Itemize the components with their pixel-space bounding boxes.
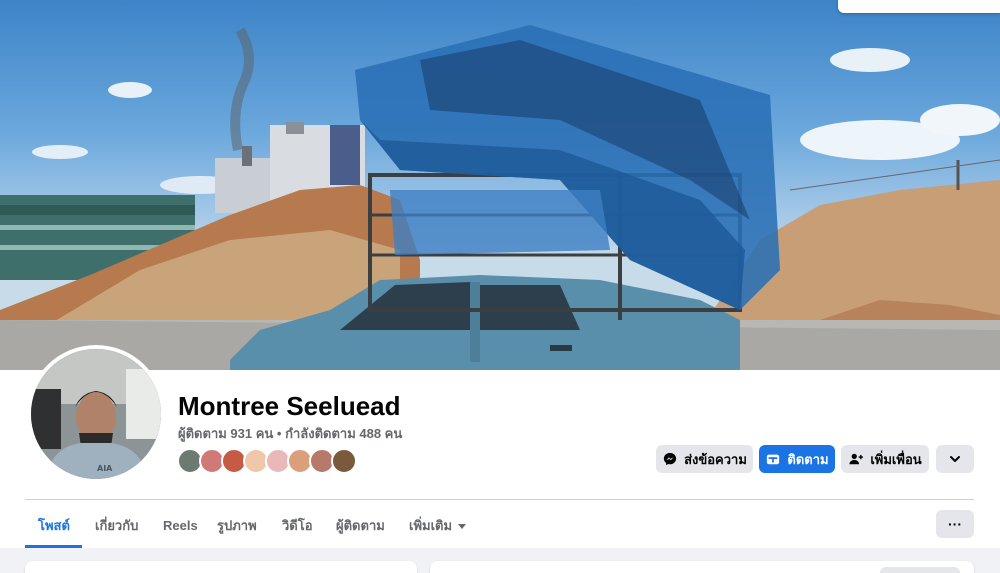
profile-picture[interactable]: AIA xyxy=(27,345,165,483)
tab-label: เกี่ยวกับ xyxy=(95,517,139,533)
header-divider xyxy=(25,499,974,500)
follower-avatar[interactable] xyxy=(331,448,357,474)
tab-videos[interactable]: วิดีโอ xyxy=(282,503,313,547)
message-button[interactable]: ส่งข้อความ xyxy=(656,445,753,473)
follow-icon xyxy=(765,451,781,467)
active-tab-indicator xyxy=(25,545,82,548)
tab-reels[interactable]: Reels xyxy=(163,503,198,547)
filters-button[interactable] xyxy=(880,567,960,573)
more-options-button[interactable]: ··· xyxy=(936,510,974,538)
tab-label: วิดีโอ xyxy=(282,517,313,533)
avatar-image: AIA xyxy=(31,349,161,479)
profile-page: AIA Montree Seeluead ผู้ติดตาม 931 คน • … xyxy=(0,0,1000,573)
tab-photos[interactable]: รูปภาพ xyxy=(217,503,257,547)
profile-name: Montree Seeluead xyxy=(178,391,401,421)
posts-card xyxy=(430,561,974,573)
follower-stats[interactable]: ผู้ติดตาม 931 คน • กำลังติดตาม 488 คน xyxy=(178,423,402,444)
message-button-label: ส่งข้อความ xyxy=(684,451,747,467)
add-friend-button-label: เพิ่มเพื่อน xyxy=(870,451,922,467)
overlay-panel-edge xyxy=(838,0,1000,13)
svg-text:AIA: AIA xyxy=(97,464,113,473)
cover-photo[interactable] xyxy=(0,0,1000,370)
add-friend-icon xyxy=(848,451,864,467)
profile-options-dropdown[interactable] xyxy=(936,445,974,473)
follower-avatars xyxy=(177,448,357,474)
cover-photo-image xyxy=(0,25,1000,370)
caret-down-icon xyxy=(458,518,467,533)
tab-label: ผู้ติดตาม xyxy=(336,517,385,533)
follow-button-label: ติดตาม xyxy=(787,451,829,467)
tab-label: รูปภาพ xyxy=(217,517,257,533)
tab-about[interactable]: เกี่ยวกับ xyxy=(95,503,138,547)
tab-label: โพสต์ xyxy=(38,517,70,533)
tab-label: เพิ่มเติม xyxy=(409,517,453,533)
messenger-icon xyxy=(662,451,678,467)
tab-label: Reels xyxy=(163,517,198,533)
ellipsis-icon: ··· xyxy=(948,516,962,532)
tab-posts[interactable]: โพสต์ xyxy=(38,503,70,547)
tab-more[interactable]: เพิ่มเติม xyxy=(409,503,467,547)
intro-card xyxy=(25,561,417,573)
add-friend-button[interactable]: เพิ่มเพื่อน xyxy=(841,445,929,473)
tab-followers[interactable]: ผู้ติดตาม xyxy=(336,503,385,547)
avatar: AIA xyxy=(31,349,161,479)
follow-button[interactable]: ติดตาม xyxy=(759,445,835,473)
chevron-down-icon xyxy=(947,451,963,467)
